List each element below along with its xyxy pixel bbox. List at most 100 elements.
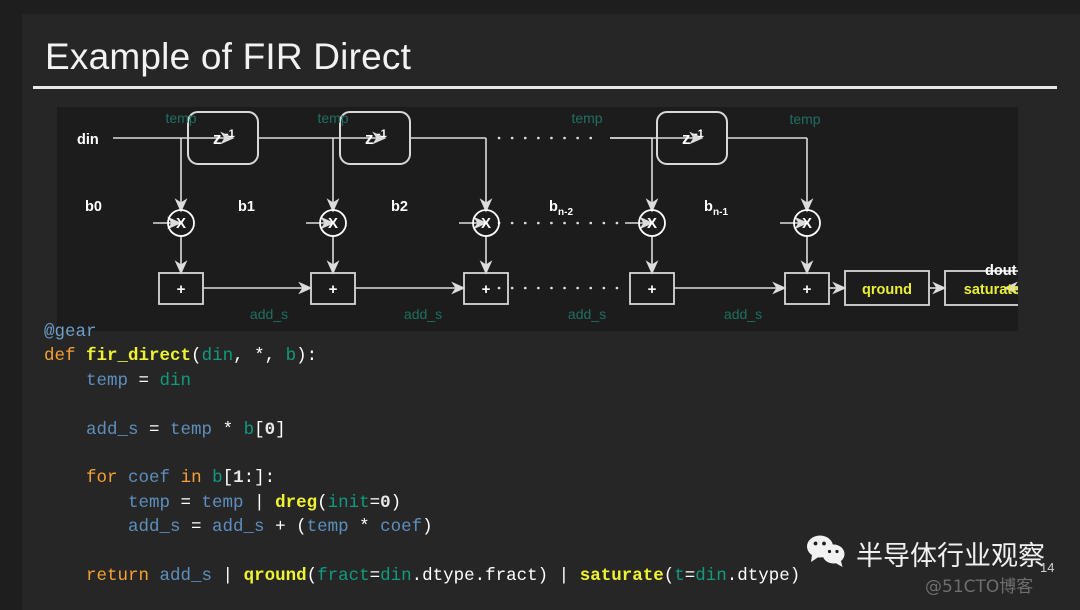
- delay-exponent: -1: [377, 128, 387, 140]
- code-token: qround: [243, 566, 307, 587]
- label-temp-3: temp: [571, 110, 602, 126]
- code-token: add_s: [159, 566, 213, 587]
- add-symbol: +: [177, 281, 186, 298]
- multiply-symbol: X: [647, 215, 657, 232]
- fir-block-diagram: z -1 z -1 z -1 X X X X X + + + + + qroun…: [57, 107, 1018, 331]
- code-token: fir_direct: [86, 346, 192, 367]
- label-b0: b0: [85, 199, 102, 215]
- code-token: |: [243, 492, 276, 513]
- code-token: =: [128, 370, 160, 391]
- code-token: coef: [380, 517, 423, 538]
- code-line: return add_s | qround(fract=din.dtype.fr…: [44, 564, 800, 588]
- code-line: for coef in b[1:]:: [44, 466, 800, 490]
- label-temp-4: temp: [789, 111, 820, 127]
- code-token: =: [369, 566, 381, 587]
- code-token: *: [348, 517, 381, 538]
- code-token: b: [285, 346, 297, 367]
- code-token: add_s: [86, 419, 139, 440]
- code-token: ):: [296, 346, 318, 367]
- code-token: =: [170, 492, 202, 513]
- code-token: temp: [306, 517, 349, 538]
- code-line: add_s = add_s + (temp * coef): [44, 515, 800, 539]
- label-temp-2: temp: [317, 110, 348, 126]
- code-token: [: [222, 468, 234, 489]
- label-bn1: b n-1: [704, 199, 728, 218]
- wechat-icon: [806, 534, 848, 573]
- delay-exponent: -1: [225, 128, 235, 140]
- multiply-symbol: X: [328, 215, 338, 232]
- adder-n1: +: [784, 272, 830, 305]
- label-dout: dout: [985, 263, 1017, 279]
- code-token: ) |: [537, 566, 580, 587]
- code-token: (: [191, 346, 202, 367]
- label-b2: b2: [391, 199, 408, 215]
- watermark: 半导体行业观察: [806, 534, 1045, 573]
- code-token: @gear: [44, 322, 97, 342]
- code-token: ,: [264, 346, 286, 367]
- adder-0: +: [158, 272, 204, 305]
- code-token: temp: [201, 492, 244, 513]
- code-token: for: [86, 468, 129, 489]
- code-token: ,: [233, 346, 255, 367]
- qround-label: qround: [862, 282, 912, 298]
- code-token: din: [380, 566, 412, 587]
- code-token: def: [44, 346, 87, 367]
- code-token: dreg: [275, 492, 318, 513]
- code-token: ]: [275, 419, 286, 440]
- code-token: *: [212, 419, 244, 440]
- code-token: (: [306, 566, 318, 587]
- add-symbol: +: [482, 281, 491, 298]
- label-bn1-subscript: n-1: [713, 207, 728, 218]
- delay-label: z: [213, 129, 222, 148]
- label-bn1-base: b: [704, 199, 713, 215]
- code-token: |: [212, 566, 244, 587]
- qround-block: qround: [844, 270, 930, 306]
- code-token: (: [317, 492, 328, 513]
- code-line: @gear: [44, 320, 800, 344]
- label-temp-1: temp: [165, 110, 196, 126]
- adder-2: +: [463, 272, 509, 305]
- code-token: :]:: [243, 468, 276, 489]
- code-token: =: [684, 566, 696, 587]
- code-token: add_s: [128, 517, 181, 538]
- code-line: temp = temp | dreg(init=0): [44, 491, 800, 515]
- code-token: temp: [170, 419, 213, 440]
- code-token: b: [243, 419, 255, 440]
- label-bn2-subscript: n-2: [558, 207, 573, 218]
- code-token: =: [180, 517, 213, 538]
- add-symbol: +: [648, 281, 657, 298]
- delay-label: z: [365, 129, 374, 148]
- code-token: + (: [264, 517, 307, 538]
- code-token: temp: [86, 370, 129, 391]
- multiply-symbol: X: [481, 215, 491, 232]
- add-symbol: +: [329, 281, 338, 298]
- slide-top-band: [0, 0, 1080, 14]
- code-token: =: [369, 492, 381, 513]
- page-number: 14: [1040, 560, 1055, 575]
- code-token: din: [201, 346, 234, 367]
- code-token: =: [138, 419, 171, 440]
- code-token: 0: [380, 492, 391, 513]
- code-token: b: [212, 468, 223, 489]
- code-token: 0: [264, 419, 276, 440]
- title-underline: [33, 86, 1057, 89]
- code-token: ): [789, 566, 801, 587]
- code-token: in: [180, 468, 202, 489]
- adder-1: +: [310, 272, 356, 305]
- code-token: add_s: [212, 517, 265, 538]
- label-bn2: b n-2: [549, 199, 573, 218]
- multiply-symbol: X: [176, 215, 186, 232]
- code-token: ): [390, 492, 402, 513]
- code-token: init: [327, 492, 370, 513]
- code-token: ): [422, 517, 433, 538]
